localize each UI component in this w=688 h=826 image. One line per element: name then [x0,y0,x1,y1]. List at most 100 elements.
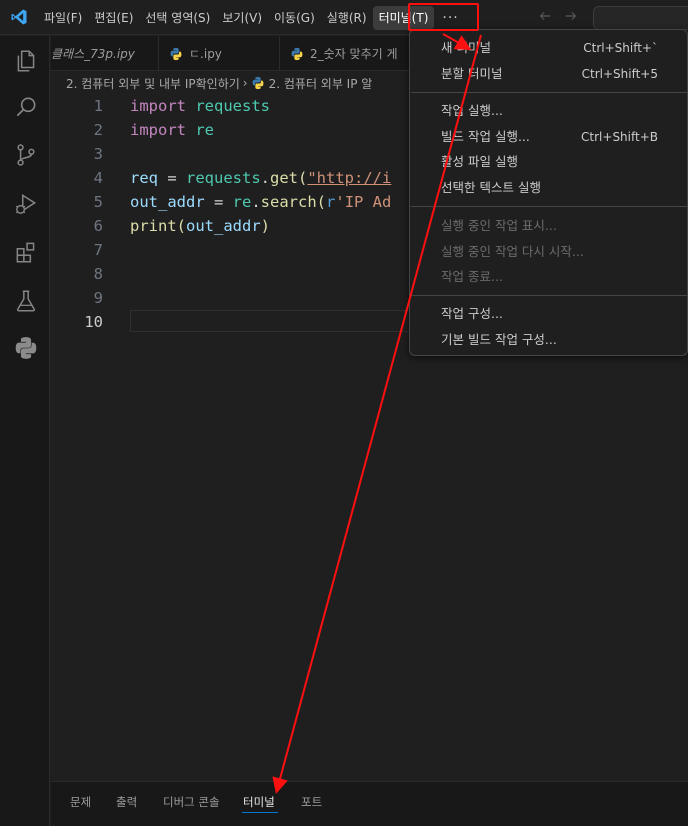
active-tab-underline [242,812,278,813]
terminal-menu-dropdown: 새 터미널 Ctrl+Shift+` 분할 터미널 Ctrl+Shift+5 작… [409,29,688,356]
forward-arrow-icon[interactable] [564,9,578,23]
string-token: "http://i [307,169,392,187]
panel-tab-terminal[interactable]: 터미널 [243,794,275,810]
command-center-search[interactable] [593,6,688,30]
line-number: 6 [93,217,103,235]
keyword-token: import [130,121,186,139]
menu-item-label: 활성 파일 실행 [441,154,518,169]
paren-token: ( [316,193,327,211]
function-token: get [270,169,298,187]
python-file-icon [291,47,303,60]
breadcrumb: 2. 컴퓨터 외부 및 내부 IP확인하기 › 2. 컴퓨터 외부 IP 알 [66,72,372,94]
breadcrumb-folder[interactable]: 2. 컴퓨터 외부 및 내부 IP확인하기 [66,75,240,92]
menu-item-label: 분할 터미널 [441,66,503,81]
menu-item-label: 빌드 작업 실행... [441,129,530,144]
keyword-token: import [130,97,186,115]
menu-item-run-task[interactable]: 작업 실행... [410,98,687,124]
menu-item-show-running-tasks: 실행 중인 작업 표시... [410,213,687,239]
bottom-panel: 문제 출력 디버그 콘솔 터미널 포트 [51,781,688,826]
function-token: print [130,217,177,235]
panel-tab-output[interactable]: 출력 [116,794,137,810]
menu-separator [411,206,687,207]
extensions-icon[interactable] [13,239,39,265]
menu-item-label: 작업 종료... [441,269,503,284]
source-control-icon[interactable] [13,142,39,168]
variable-token: out_addr [130,193,205,211]
module-token: re [195,121,215,139]
menu-item-run-build-task[interactable]: 빌드 작업 실행... Ctrl+Shift+B [410,124,687,150]
tab-number-guess[interactable]: 2_숫자 맞추기 게 [280,36,420,70]
tab-label: 2_숫자 맞추기 게 [310,47,398,61]
menu-item-label: 새 터미널 [441,40,491,55]
module-token: re [232,193,252,211]
menu-item-shortcut: Ctrl+Shift+B [581,130,658,144]
tab-label: 클래스_73p.ipy [51,47,135,61]
menu-selection[interactable]: 선택 영역(S) [139,6,216,30]
line-number: 10 [84,313,103,331]
dot-token: . [251,193,261,211]
menu-run[interactable]: 실행(R) [321,6,373,30]
menu-terminal[interactable]: 터미널(T) [372,5,435,30]
menu-item-restart-running-task: 실행 중인 작업 다시 시작... [410,239,687,265]
menu-item-new-terminal[interactable]: 새 터미널 Ctrl+Shift+` [410,35,687,61]
panel-tab-debug-console[interactable]: 디버그 콘솔 [163,794,220,810]
menu-item-label: 작업 실행... [441,103,503,118]
line-number: 5 [93,193,103,211]
menu-item-terminate-task: 작업 종료... [410,264,687,290]
breadcrumb-chevron-icon: › [242,76,248,90]
line-number: 8 [93,265,103,283]
explorer-icon[interactable] [13,48,39,74]
menu-item-label: 작업 구성... [441,306,503,321]
operator-token: = [204,193,233,211]
line-number: 2 [93,121,103,139]
menu-item-shortcut: Ctrl+Shift+5 [581,67,658,81]
line-number: 4 [93,169,103,187]
menu-edit[interactable]: 편집(E) [88,6,139,30]
variable-token: out_addr [186,217,261,235]
tab-d-ipy[interactable]: ㄷ.ipy [159,36,280,70]
python-file-icon [252,76,264,90]
tab-class-73p[interactable]: 클래스_73p.ipy [51,36,159,70]
menu-item-shortcut: Ctrl+Shift+` [583,41,658,55]
back-arrow-icon[interactable] [538,9,552,23]
menu-item-label: 실행 중인 작업 표시... [441,218,557,233]
menu-item-label: 실행 중인 작업 다시 시작... [441,244,584,259]
menu-item-split-terminal[interactable]: 분할 터미널 Ctrl+Shift+5 [410,61,687,87]
menu-view[interactable]: 보기(V) [216,6,268,30]
paren-token: ( [176,217,187,235]
dot-token: . [260,169,270,187]
activity-bar [0,36,50,826]
menu-separator [411,92,687,93]
menu-item-label: 선택한 텍스트 실행 [441,180,541,195]
menu-item-label: 기본 빌드 작업 구성... [441,332,557,347]
menu-item-run-selected-text[interactable]: 선택한 텍스트 실행 [410,175,687,201]
line-number: 3 [93,145,103,163]
testing-icon[interactable] [13,288,39,314]
line-number: 1 [93,97,103,115]
menu-go[interactable]: 이동(G) [268,6,321,30]
panel-tab-ports[interactable]: 포트 [301,794,322,810]
paren-token: ) [260,217,271,235]
search-icon[interactable] [13,94,39,120]
operator-token: = [158,169,186,187]
vscode-logo-icon [11,9,27,25]
breadcrumb-file[interactable]: 2. 컴퓨터 외부 IP 알 [269,75,373,92]
module-token: requests [186,169,261,187]
line-number: 9 [93,289,103,307]
tab-label: ㄷ.ipy [189,47,222,61]
menu-item-configure-tasks[interactable]: 작업 구성... [410,301,687,327]
python-file-icon [170,47,182,60]
function-token: search [260,193,317,211]
menu-item-configure-default-build-task[interactable]: 기본 빌드 작업 구성... [410,327,687,353]
python-icon[interactable] [13,335,39,361]
menu-file[interactable]: 파일(F) [38,6,88,30]
menu-item-run-active-file[interactable]: 활성 파일 실행 [410,149,687,175]
menu-more-button[interactable]: ··· [434,10,466,26]
variable-token: req [130,169,158,187]
menu-separator [411,295,687,296]
string-token: 'IP Ad [335,193,392,211]
menu-bar: 파일(F) 편집(E) 선택 영역(S) 보기(V) 이동(G) 실행(R) 터… [38,0,467,35]
navigation-arrows [538,9,578,23]
panel-tab-problems[interactable]: 문제 [70,794,91,810]
run-debug-icon[interactable] [13,191,39,217]
